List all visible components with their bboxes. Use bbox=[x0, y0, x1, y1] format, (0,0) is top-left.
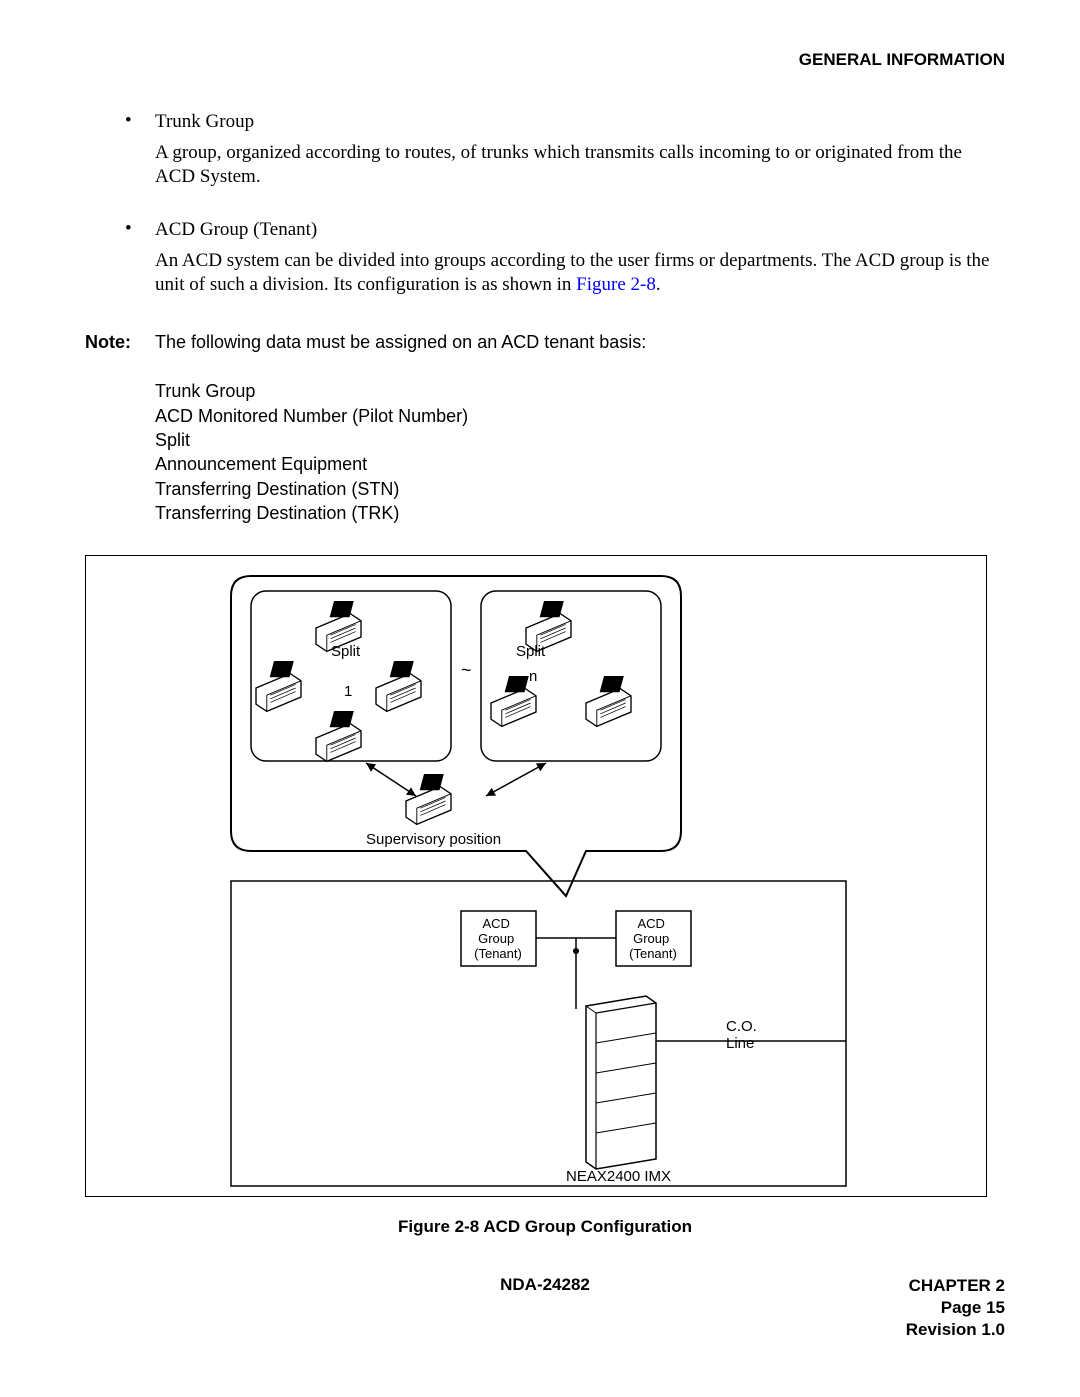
note-item: Split bbox=[155, 428, 1005, 452]
supervisory-label: Supervisory position bbox=[366, 831, 501, 848]
note-item: Transferring Destination (STN) bbox=[155, 477, 1005, 501]
bullet-acd-group: • ACD Group (Tenant) An ACD system can b… bbox=[125, 218, 1005, 318]
figure-diagram: Split 1 Split n ~ bbox=[85, 555, 987, 1197]
note-label: Note: bbox=[85, 330, 155, 354]
footer-chapter: CHAPTER 2 bbox=[906, 1275, 1005, 1297]
acd-group-label-2: ACD Group (Tenant) bbox=[629, 916, 677, 961]
note-item: Transferring Destination (TRK) bbox=[155, 501, 1005, 525]
desc-text: An ACD system can be divided into groups… bbox=[155, 250, 989, 296]
note-item: ACD Monitored Number (Pilot Number) bbox=[155, 404, 1005, 428]
bullet-label: ACD Group (Tenant) bbox=[155, 218, 1005, 243]
section-header: GENERAL INFORMATION bbox=[85, 50, 1005, 70]
note-block: Note: The following data must be assigne… bbox=[85, 330, 1005, 354]
split-label-n: Split bbox=[516, 643, 546, 660]
footer-page: Page 15 bbox=[906, 1297, 1005, 1319]
split-label: Split bbox=[331, 643, 361, 660]
figure-caption: Figure 2-8 ACD Group Configuration bbox=[85, 1217, 1005, 1237]
cabinet-icon bbox=[586, 996, 656, 1169]
note-item: Trunk Group bbox=[155, 379, 1005, 403]
note-item: Announcement Equipment bbox=[155, 452, 1005, 476]
bullet-desc: A group, organized according to routes, … bbox=[155, 141, 1005, 190]
split-num: 1 bbox=[344, 683, 352, 700]
tilde-icon: ~ bbox=[461, 660, 472, 680]
bullet-trunk-group: • Trunk Group A group, organized accordi… bbox=[125, 110, 1005, 210]
bullet-label: Trunk Group bbox=[155, 110, 1005, 135]
split-num-n: n bbox=[529, 668, 537, 685]
desc-text-post: . bbox=[656, 274, 661, 295]
figure-link[interactable]: Figure 2-8 bbox=[576, 274, 656, 295]
acd-group-label: ACD Group (Tenant) bbox=[474, 916, 522, 961]
bullet-dot-icon: • bbox=[125, 110, 155, 210]
bullet-desc: An ACD system can be divided into groups… bbox=[155, 249, 1005, 298]
footer-doc-id: NDA-24282 bbox=[85, 1275, 1005, 1295]
bullet-dot-icon: • bbox=[125, 218, 155, 318]
footer-revision: Revision 1.0 bbox=[906, 1319, 1005, 1341]
co-line-label: C.O. Line bbox=[726, 1018, 761, 1052]
note-intro: The following data must be assigned on a… bbox=[155, 330, 646, 354]
neax-label: NEAX2400 IMX bbox=[566, 1168, 671, 1185]
note-list: Trunk Group ACD Monitored Number (Pilot … bbox=[155, 379, 1005, 525]
